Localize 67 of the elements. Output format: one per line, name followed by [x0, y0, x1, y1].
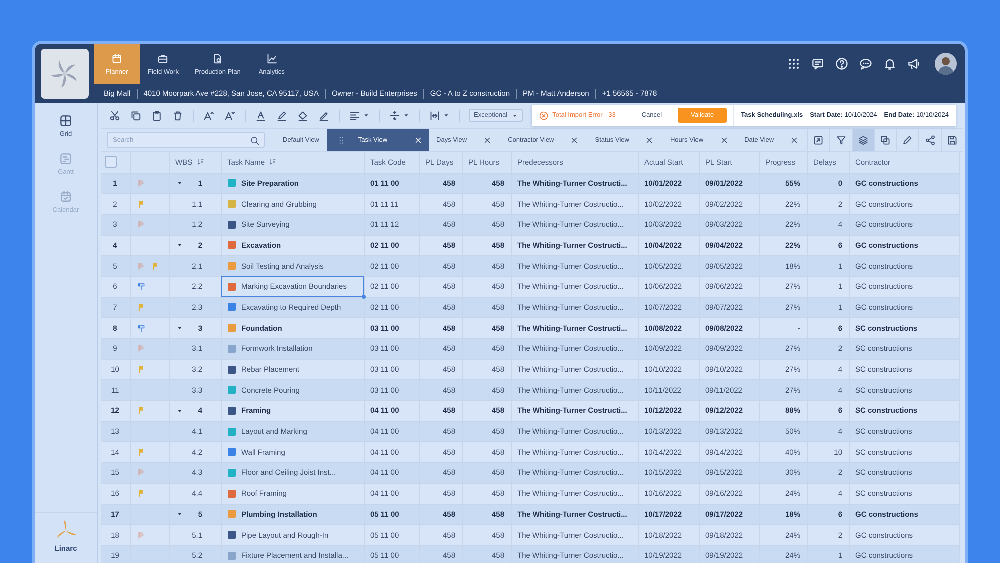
megaphone-icon[interactable] [907, 57, 921, 71]
close-icon[interactable] [414, 136, 423, 144]
calendar-icon [111, 52, 123, 64]
help-icon[interactable] [835, 57, 849, 71]
duplicate-icon [880, 134, 892, 146]
tool-button[interactable] [852, 129, 874, 151]
close-icon[interactable] [790, 136, 800, 144]
layers-icon [858, 134, 869, 146]
close-icon[interactable] [570, 136, 580, 144]
caret-icon [443, 112, 450, 119]
calendar-icon [59, 190, 73, 204]
copy-icon[interactable] [130, 110, 142, 122]
chat-icon[interactable] [859, 57, 873, 71]
font-decrease-icon[interactable] [224, 110, 236, 122]
signpost-icon [136, 324, 146, 333]
schedule-icon [136, 262, 146, 271]
close-icon[interactable] [720, 136, 729, 144]
close-icon[interactable] [483, 136, 492, 144]
message-icon[interactable] [811, 57, 825, 71]
flag-icon [136, 365, 146, 374]
avatar[interactable] [935, 53, 957, 75]
list-icon [59, 152, 73, 166]
caret-icon [403, 112, 410, 119]
grid-icon [59, 114, 73, 128]
caret-icon [363, 112, 370, 119]
spacing-icon [389, 110, 401, 122]
bell-icon[interactable] [883, 57, 897, 71]
pencil-icon [902, 134, 914, 146]
highlighter-icon[interactable] [276, 110, 288, 122]
flag-icon [136, 489, 146, 498]
flag-icon [150, 262, 160, 271]
pen-icon[interactable] [318, 110, 330, 122]
share-icon [924, 134, 936, 146]
schedule-icon [136, 178, 146, 188]
text-color-icon[interactable] [255, 110, 267, 122]
caret-icon [512, 112, 518, 118]
flag-icon [136, 448, 146, 457]
error-icon [538, 110, 549, 120]
close-icon[interactable] [645, 136, 654, 144]
column-width-icon [429, 110, 441, 122]
font-increase-icon[interactable] [203, 110, 215, 122]
trash-icon[interactable] [172, 110, 184, 122]
flag-icon [136, 302, 146, 312]
schedule-icon [136, 468, 146, 478]
schedule-icon [136, 344, 146, 354]
cut-icon[interactable] [109, 110, 121, 122]
clipboard-icon[interactable] [151, 110, 163, 122]
align-dropdown[interactable] [349, 110, 370, 122]
export-icon [813, 134, 824, 146]
flag-icon [136, 406, 146, 416]
spacing-dropdown[interactable] [389, 110, 410, 122]
save-icon [946, 134, 958, 146]
align-icon [349, 110, 361, 122]
schedule-icon [136, 530, 146, 540]
flag-icon [136, 200, 146, 209]
briefcase-icon [157, 52, 170, 64]
line-chart-icon [266, 52, 278, 64]
checkbox[interactable] [105, 156, 117, 168]
schedule-icon [136, 220, 146, 230]
document-icon [212, 52, 224, 64]
column-width-dropdown[interactable] [429, 110, 450, 122]
apps-icon[interactable] [787, 57, 801, 71]
filter-icon [836, 134, 846, 146]
fill-color-icon[interactable] [297, 110, 309, 122]
search-icon [250, 136, 260, 146]
selection-handle[interactable] [362, 294, 366, 299]
signpost-icon [136, 282, 146, 292]
